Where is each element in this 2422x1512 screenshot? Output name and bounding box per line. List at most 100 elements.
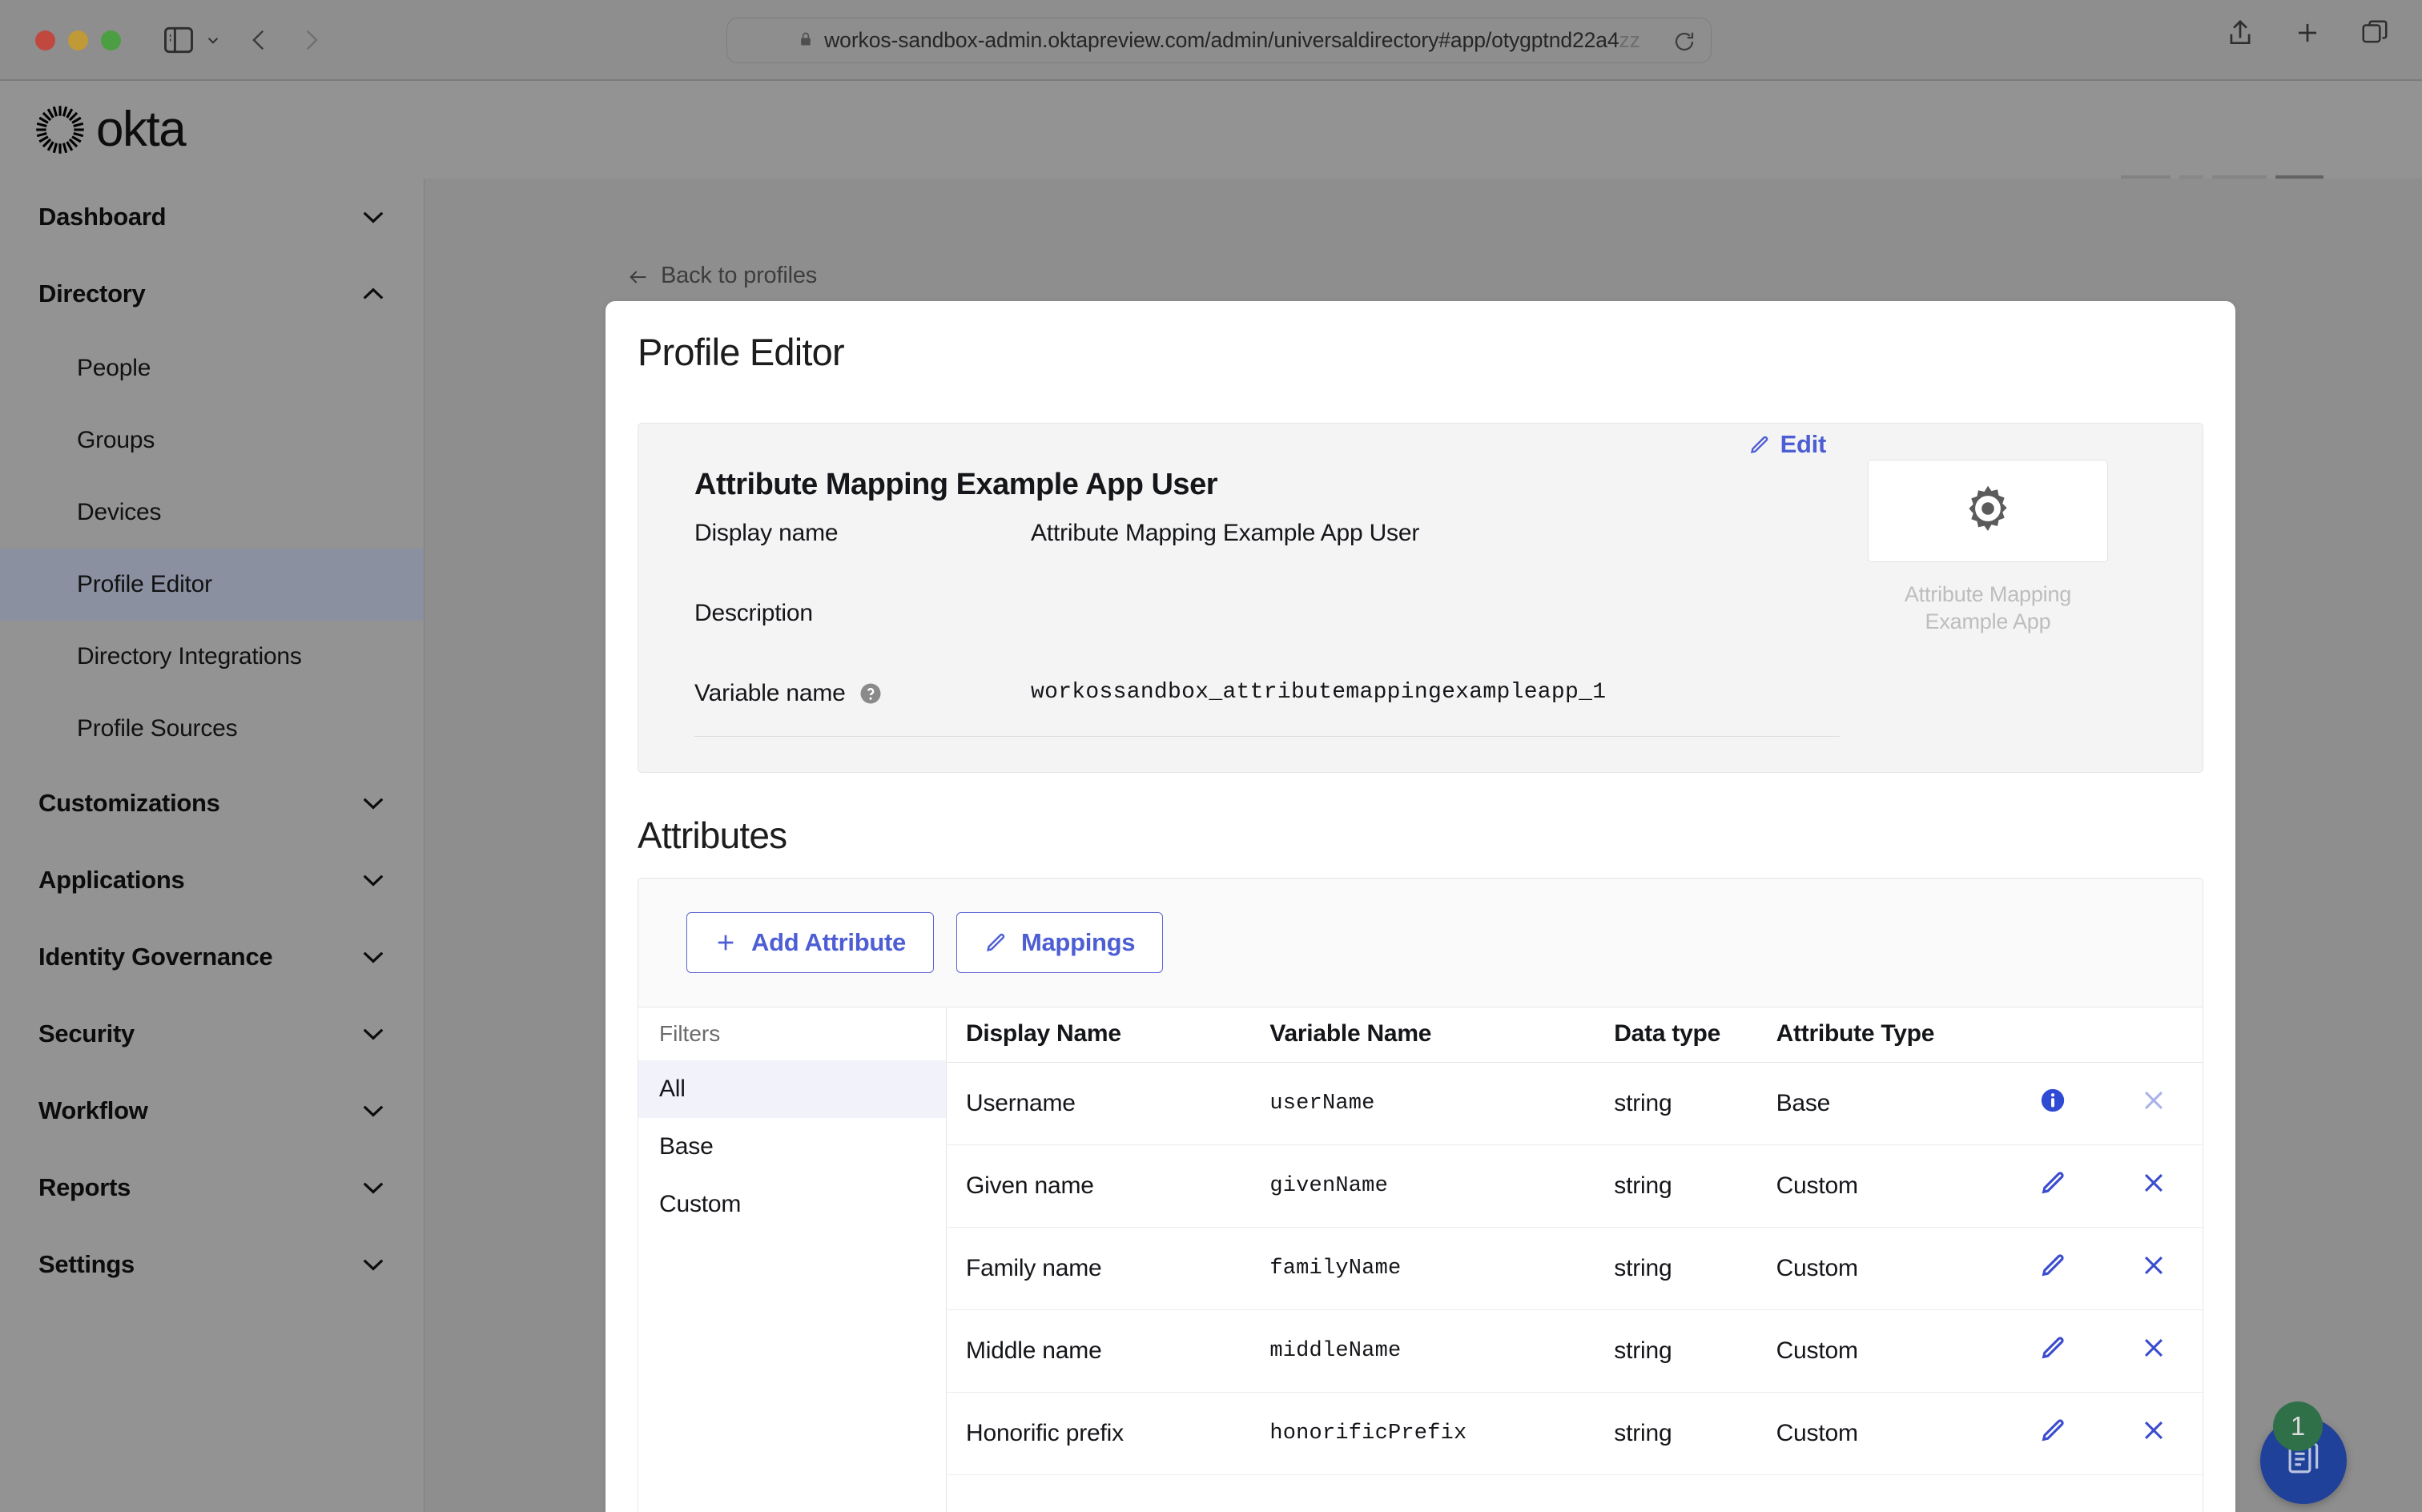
column-header-display-name: Display Name bbox=[947, 1007, 1251, 1063]
attributes-table-wrap: Display Name Variable Name Data type Attrib… bbox=[947, 1007, 2203, 1512]
add-attribute-button[interactable]: Add Attribute bbox=[686, 912, 934, 973]
sidebar-group-workflow[interactable]: Workflow bbox=[0, 1072, 424, 1149]
profile-name: Attribute Mapping Example App User bbox=[694, 468, 1218, 501]
sidebar-item-devices[interactable]: Devices bbox=[0, 477, 424, 549]
help-tooltip-icon[interactable] bbox=[859, 682, 883, 706]
browser-nav[interactable] bbox=[246, 22, 324, 58]
sidebar-item-profile-sources[interactable]: Profile Sources bbox=[0, 693, 424, 765]
minimize-window-button[interactable] bbox=[68, 30, 88, 50]
new-tab-icon[interactable] bbox=[2292, 18, 2323, 48]
maximize-window-button[interactable] bbox=[101, 30, 121, 50]
panel-divider bbox=[694, 736, 1840, 737]
sidebar-item-label: Profile Sources bbox=[77, 715, 238, 742]
cell-variable-name: honorificPrefix bbox=[1250, 1392, 1595, 1475]
sidebar-item-profile-editor[interactable]: Profile Editor bbox=[0, 549, 424, 621]
profile-field-variable-name: Variable name workossandbox_attributemapp… bbox=[694, 680, 1606, 707]
chevron-down-icon bbox=[361, 950, 385, 964]
share-icon[interactable] bbox=[2225, 18, 2255, 48]
mappings-button[interactable]: Mappings bbox=[956, 912, 1164, 973]
sidebar-group-customizations[interactable]: Customizations bbox=[0, 765, 424, 842]
cell-attribute-type: Custom bbox=[1756, 1392, 2001, 1475]
gear-icon bbox=[1959, 482, 2017, 540]
sidebar-toggle-icon[interactable] bbox=[161, 22, 196, 58]
sidebar-item-directory-integrations[interactable]: Directory Integrations bbox=[0, 621, 424, 693]
cell-data-type: string bbox=[1595, 1062, 1757, 1145]
chevron-down-icon bbox=[361, 1180, 385, 1195]
table-row: Given name givenName string Custom bbox=[947, 1144, 2203, 1228]
sidebar-dropdown-icon[interactable] bbox=[203, 24, 223, 56]
row-action-remove[interactable] bbox=[2105, 1309, 2203, 1393]
sidebar-item-people[interactable]: People bbox=[0, 332, 424, 404]
row-action-primary[interactable] bbox=[2000, 1062, 2106, 1145]
browser-back-icon[interactable] bbox=[246, 22, 273, 58]
profile-field-value: workossandbox_attributemappingexampleapp… bbox=[1031, 680, 1607, 705]
filter-item-all[interactable]: All bbox=[638, 1060, 946, 1118]
sidebar-item-groups[interactable]: Groups bbox=[0, 404, 424, 477]
row-action-remove[interactable] bbox=[2105, 1227, 2203, 1310]
cell-data-type: string bbox=[1595, 1309, 1757, 1393]
sidebar-item-label: People bbox=[77, 355, 151, 381]
edit-profile-button[interactable]: Edit bbox=[1748, 430, 1826, 459]
chevron-down-icon bbox=[361, 796, 385, 810]
close-icon bbox=[2145, 1338, 2163, 1357]
cell-display-name: Honorific prefix bbox=[947, 1392, 1251, 1475]
address-bar[interactable]: workos-sandbox-admin.oktapreview.com/adm… bbox=[726, 18, 1712, 63]
pencil-icon bbox=[2042, 1337, 2064, 1359]
browser-forward-icon[interactable] bbox=[297, 22, 324, 58]
row-action-remove[interactable] bbox=[2105, 1392, 2203, 1475]
mappings-label: Mappings bbox=[1020, 928, 1136, 956]
column-header-actions-5 bbox=[2105, 1007, 2203, 1063]
sidebar-group-settings[interactable]: Settings bbox=[0, 1226, 424, 1303]
pencil-icon bbox=[984, 931, 1007, 954]
sidebar-group-directory[interactable]: Directory bbox=[0, 255, 424, 332]
browser-toolbar-right[interactable] bbox=[2225, 18, 2390, 48]
row-action-primary[interactable] bbox=[2000, 1392, 2106, 1475]
attributes-table: Display Name Variable Name Data type Attrib… bbox=[947, 1007, 2203, 1475]
cell-attribute-type: Base bbox=[1756, 1062, 2001, 1145]
row-action-remove[interactable] bbox=[2105, 1062, 2203, 1145]
pencil-icon bbox=[1748, 434, 1770, 456]
sidebar-item-label: Profile Editor bbox=[77, 571, 212, 597]
okta-wordmark: okta bbox=[96, 102, 187, 157]
sidebar-group-identity-governance[interactable]: Identity Governance bbox=[0, 919, 424, 995]
back-to-profiles-label: Back to profiles bbox=[661, 263, 818, 288]
tab-overview-icon[interactable] bbox=[2360, 18, 2390, 48]
row-action-primary[interactable] bbox=[2000, 1144, 2106, 1228]
table-row: Middle name middleName string Custom bbox=[947, 1309, 2203, 1393]
row-action-primary[interactable] bbox=[2000, 1227, 2106, 1310]
chevron-up-icon bbox=[361, 287, 385, 301]
reload-icon[interactable] bbox=[1672, 30, 1696, 54]
cell-data-type: string bbox=[1595, 1144, 1757, 1228]
profile-field-value: Attribute Mapping Example App User bbox=[1031, 520, 1420, 546]
table-row: Honorific prefix honorificPrefix string Cus… bbox=[947, 1392, 2203, 1475]
cell-display-name: Family name bbox=[947, 1227, 1251, 1310]
cell-variable-name: givenName bbox=[1250, 1144, 1595, 1228]
close-icon bbox=[2145, 1256, 2163, 1275]
window-controls[interactable] bbox=[35, 30, 121, 50]
lock-icon bbox=[798, 31, 814, 50]
sidebar-group-label: Applications bbox=[38, 866, 185, 894]
add-attribute-label: Add Attribute bbox=[751, 928, 906, 956]
info-icon bbox=[2041, 1088, 2064, 1112]
fab-badge-count: 1 bbox=[2273, 1401, 2323, 1451]
sidebar-group-dashboard[interactable]: Dashboard bbox=[0, 179, 424, 255]
filter-item-custom[interactable]: Custom bbox=[638, 1176, 946, 1233]
cell-attribute-type: Custom bbox=[1756, 1227, 2001, 1310]
close-window-button[interactable] bbox=[35, 30, 55, 50]
sidebar-group-reports[interactable]: Reports bbox=[0, 1149, 424, 1226]
sidebar-group-security[interactable]: Security bbox=[0, 995, 424, 1072]
cell-variable-name: middleName bbox=[1250, 1309, 1595, 1393]
sidebar-item-label: Devices bbox=[77, 499, 162, 525]
okta-logo[interactable]: okta bbox=[35, 102, 187, 157]
okta-sunburst-icon bbox=[35, 105, 85, 155]
sidebar-group-applications[interactable]: Applications bbox=[0, 842, 424, 919]
edit-label: Edit bbox=[1780, 430, 1827, 458]
row-action-remove[interactable] bbox=[2105, 1144, 2203, 1228]
row-action-primary[interactable] bbox=[2000, 1309, 2106, 1393]
back-to-profiles-link[interactable]: Back to profiles bbox=[627, 263, 817, 289]
filter-item-base[interactable]: Base bbox=[638, 1118, 946, 1176]
cell-variable-name: userName bbox=[1250, 1062, 1595, 1145]
chevron-down-icon bbox=[361, 1257, 385, 1272]
sidebar-group-label: Identity Governance bbox=[38, 943, 273, 971]
profile-field-label: Description bbox=[694, 600, 813, 626]
